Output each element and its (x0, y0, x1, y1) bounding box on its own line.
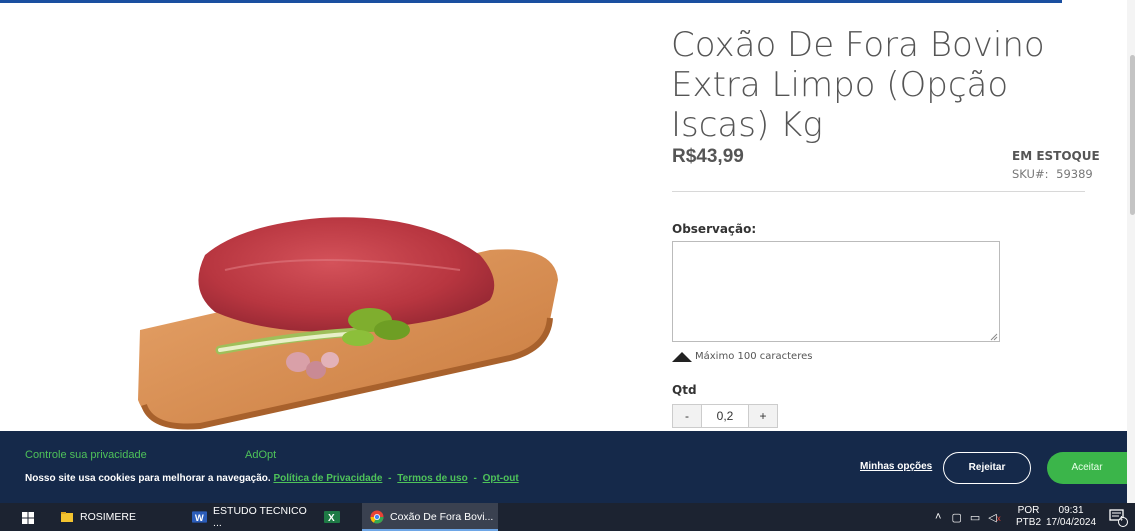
quantity-label: Qtd (672, 383, 697, 397)
cookie-banner-brand: AdOpt (245, 449, 277, 461)
max-chars-note: Máximo 100 caracteres (672, 351, 812, 362)
taskbar-item-label: ESTUDO TECNICO ... (213, 505, 307, 529)
triangle-up-icon (672, 351, 692, 362)
product-sku: SKU#: 59389 (1012, 167, 1093, 181)
accept-cookies-button[interactable]: Aceitar (1047, 452, 1127, 484)
notification-count: 4 (1119, 516, 1123, 523)
cookie-consent-banner: Controle sua privacidade AdOpt Nosso sit… (0, 431, 1127, 503)
taskbar-item-label: ROSIMERE (80, 511, 137, 523)
language-top: POR (1017, 505, 1040, 516)
taskbar-item-label: Coxão De Fora Bovi... (390, 511, 494, 523)
windows-start-icon[interactable] (22, 512, 34, 524)
chevron-up-icon[interactable]: ˄ (935, 511, 941, 523)
notification-icon (1109, 509, 1128, 527)
reject-cookies-button[interactable]: Rejeitar (943, 452, 1031, 484)
observation-textarea[interactable] (672, 241, 1000, 342)
system-tray-icons: ˄ ▢ ▭ ◁x (935, 503, 1001, 531)
taskbar-item-excel[interactable]: X (324, 503, 354, 531)
product-title: Coxão De Fora Bovino Extra Limpo (Opção … (671, 25, 1045, 145)
network-icon[interactable]: ▢ (951, 511, 961, 524)
opt-out-link[interactable]: Opt-out (483, 473, 519, 484)
windows-taskbar: ROSIMERE W ESTUDO TECNICO ... X Coxão De… (0, 503, 1135, 531)
svg-text:X: X (328, 513, 335, 524)
resize-grip-icon[interactable] (990, 333, 998, 341)
taskbar-item-chrome[interactable]: Coxão De Fora Bovi... (362, 503, 498, 531)
notification-center[interactable]: 4 (1108, 503, 1128, 531)
speaker-muted-icon[interactable]: ◁x (988, 511, 1000, 524)
quantity-stepper: - 0,2 + (672, 404, 778, 428)
taskbar-item-word[interactable]: W ESTUDO TECNICO ... (192, 503, 312, 531)
svg-text:W: W (195, 512, 204, 523)
link-separator: - (388, 473, 392, 484)
word-icon: W (192, 511, 208, 523)
language-bottom: PTB2 (1016, 517, 1042, 528)
display-icon[interactable]: ▭ (970, 511, 980, 524)
stock-status: EM ESTOQUE (1012, 149, 1100, 163)
product-price: R$43,99 (672, 146, 744, 167)
folder-icon (61, 512, 73, 522)
observation-label: Observação: (672, 222, 757, 236)
quantity-increase-button[interactable]: + (748, 404, 778, 428)
system-clock[interactable]: 09:31 17/04/2024 (1046, 503, 1096, 531)
cookie-banner-message-row: Nosso site usa cookies para melhorar a n… (25, 473, 519, 484)
link-separator: - (473, 473, 477, 484)
quantity-input[interactable]: 0,2 (702, 404, 748, 428)
privacy-policy-link[interactable]: Política de Privacidade (273, 473, 382, 484)
my-options-link[interactable]: Minhas opções (860, 461, 932, 472)
header-bottom-border (0, 0, 1062, 3)
max-chars-text: Máximo 100 caracteres (695, 351, 813, 362)
taskbar-item-rosimere[interactable]: ROSIMERE (60, 503, 180, 531)
excel-icon: X (324, 511, 340, 524)
terms-of-use-link[interactable]: Termos de uso (397, 473, 467, 484)
product-image[interactable] (130, 200, 570, 435)
sku-label: SKU#: (1012, 167, 1049, 181)
clock-time: 09:31 (1058, 505, 1084, 516)
sku-value: 59389 (1056, 167, 1093, 181)
page-scrollbar-thumb[interactable] (1130, 55, 1135, 215)
cookie-banner-message: Nosso site usa cookies para melhorar a n… (25, 473, 271, 484)
cookie-banner-title: Controle sua privacidade (25, 449, 147, 461)
price-divider (672, 191, 1085, 192)
chrome-icon (370, 510, 384, 524)
quantity-decrease-button[interactable]: - (672, 404, 702, 428)
language-indicator[interactable]: POR PTB2 (1016, 503, 1041, 531)
clock-date: 17/04/2024 (1046, 517, 1097, 528)
